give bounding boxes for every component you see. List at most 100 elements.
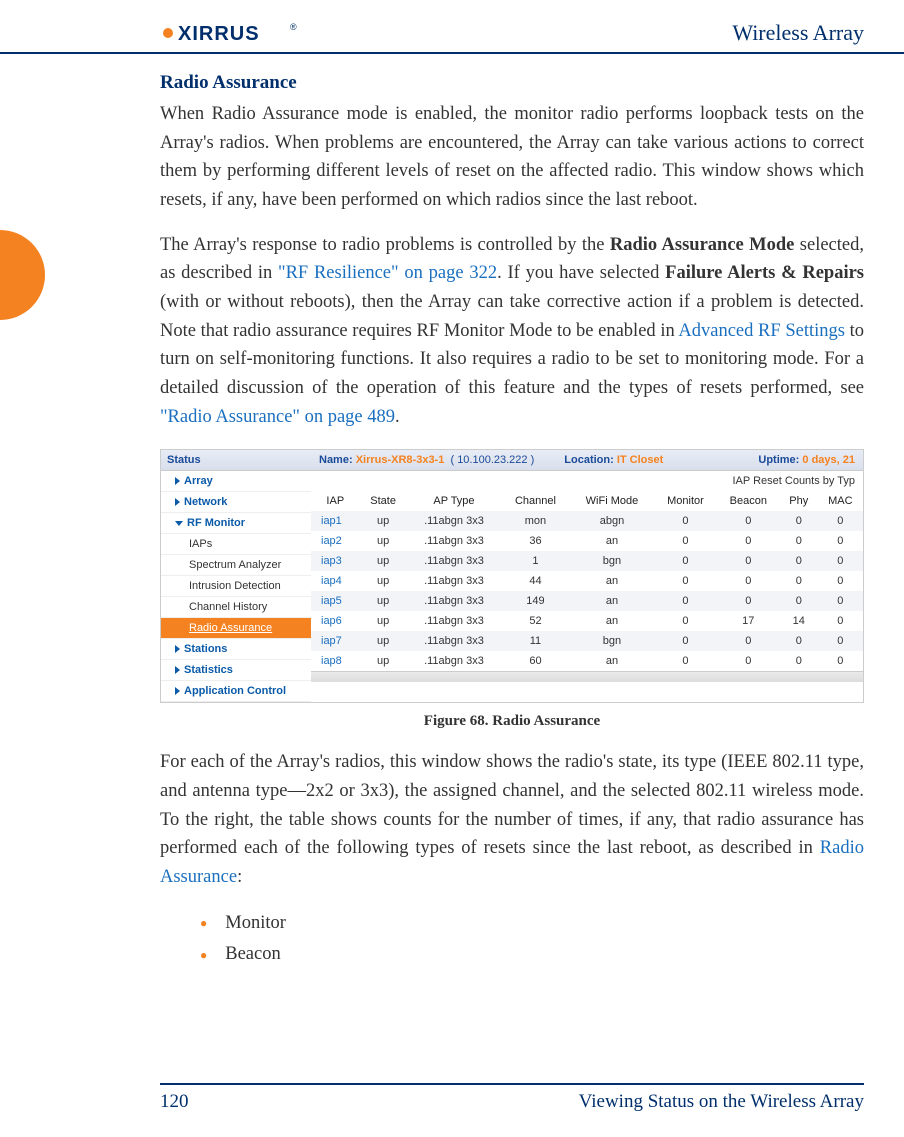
cell: 0 <box>654 651 716 671</box>
status-main: Name: Xirrus-XR8-3x3-1 ( 10.100.23.222 )… <box>311 450 863 702</box>
cell: 0 <box>780 631 818 651</box>
col-monitor: Monitor <box>654 491 716 511</box>
cell: 14 <box>780 611 818 631</box>
loc-label: Location: <box>564 454 614 466</box>
cell: .11abgn 3x3 <box>407 651 502 671</box>
cell[interactable]: iap5 <box>311 591 360 611</box>
cell: 36 <box>501 531 569 551</box>
cell: 0 <box>818 531 863 551</box>
table-row: iap8up.11abgn 3x360an0000 <box>311 651 863 671</box>
cell: 0 <box>780 591 818 611</box>
cell: 0 <box>818 551 863 571</box>
nav-item-statistics[interactable]: Statistics <box>161 660 311 681</box>
cell: up <box>360 531 407 551</box>
nav-item-intrusion-detection[interactable]: Intrusion Detection <box>161 576 311 597</box>
chapter-title: Viewing Status on the Wireless Array <box>579 1091 864 1113</box>
text: The Array's response to radio problems i… <box>160 235 610 255</box>
link-ra-489[interactable]: "Radio Assurance" on page 489 <box>160 407 395 427</box>
cell[interactable]: iap1 <box>311 511 360 531</box>
table-row: iap6up.11abgn 3x352an017140 <box>311 611 863 631</box>
cell: .11abgn 3x3 <box>407 591 502 611</box>
cell: 0 <box>654 551 716 571</box>
nav-item-network[interactable]: Network <box>161 492 311 513</box>
paragraph-1: When Radio Assurance mode is enabled, th… <box>160 100 864 215</box>
table-row: iap5up.11abgn 3x3149an0000 <box>311 591 863 611</box>
cell: bgn <box>570 631 655 651</box>
page-footer: 120 Viewing Status on the Wireless Array <box>160 1083 864 1113</box>
cell: 0 <box>818 651 863 671</box>
chevron-right-icon <box>175 498 180 506</box>
page-header: XIRRUS ® Wireless Array <box>0 20 904 54</box>
col-state: State <box>360 491 407 511</box>
figure-68: Status ArrayNetworkRF MonitorIAPsSpectru… <box>160 449 864 730</box>
text: . <box>395 407 400 427</box>
horizontal-scrollbar[interactable] <box>311 671 863 682</box>
nav-item-stations[interactable]: Stations <box>161 639 311 660</box>
cell: an <box>570 611 655 631</box>
cell: up <box>360 611 407 631</box>
col-iap: IAP <box>311 491 360 511</box>
cell: 0 <box>780 551 818 571</box>
cell: 0 <box>654 591 716 611</box>
col-wifi-mode: WiFi Mode <box>570 491 655 511</box>
cell[interactable]: iap6 <box>311 611 360 631</box>
cell: up <box>360 571 407 591</box>
table-row: iap7up.11abgn 3x311bgn0000 <box>311 631 863 651</box>
text: For each of the Array's radios, this win… <box>160 752 864 858</box>
cell[interactable]: iap4 <box>311 571 360 591</box>
cell: 0 <box>717 591 780 611</box>
cell: up <box>360 511 407 531</box>
cell: an <box>570 651 655 671</box>
nav-item-array[interactable]: Array <box>161 471 311 492</box>
cell: .11abgn 3x3 <box>407 611 502 631</box>
cell: bgn <box>570 551 655 571</box>
cell: .11abgn 3x3 <box>407 631 502 651</box>
cell[interactable]: iap8 <box>311 651 360 671</box>
loc-value: IT Closet <box>617 454 663 466</box>
col-mac: MAC <box>818 491 863 511</box>
chevron-right-icon <box>175 687 180 695</box>
reset-counts-header: IAP Reset Counts by Typ <box>311 471 863 491</box>
nav-item-spectrum-analyzer[interactable]: Spectrum Analyzer <box>161 555 311 576</box>
cell: up <box>360 591 407 611</box>
uptime-label: Uptime: <box>758 454 799 466</box>
cell: an <box>570 591 655 611</box>
cell: 0 <box>717 531 780 551</box>
cell: 0 <box>818 571 863 591</box>
cell: 0 <box>717 571 780 591</box>
cell: 0 <box>717 651 780 671</box>
cell: 0 <box>717 511 780 531</box>
cell: mon <box>501 511 569 531</box>
cell: 0 <box>818 511 863 531</box>
cell: 0 <box>654 511 716 531</box>
text: : <box>237 867 242 887</box>
link-rf-resilience[interactable]: "RF Resilience" on page 322 <box>278 263 497 283</box>
svg-text:®: ® <box>290 22 297 32</box>
cell: 1 <box>501 551 569 571</box>
link-adv-rf[interactable]: Advanced RF Settings <box>678 321 845 341</box>
cell[interactable]: iap3 <box>311 551 360 571</box>
cell[interactable]: iap2 <box>311 531 360 551</box>
cell: 0 <box>780 531 818 551</box>
col-beacon: Beacon <box>717 491 780 511</box>
cell[interactable]: iap7 <box>311 631 360 651</box>
table-row: iap2up.11abgn 3x336an0000 <box>311 531 863 551</box>
cell: 0 <box>717 631 780 651</box>
cell: .11abgn 3x3 <box>407 531 502 551</box>
cell: 0 <box>780 651 818 671</box>
cell: 0 <box>818 611 863 631</box>
nav-item-channel-history[interactable]: Channel History <box>161 597 311 618</box>
nav-item-rf-monitor[interactable]: RF Monitor <box>161 513 311 534</box>
table-row: iap3up.11abgn 3x31bgn0000 <box>311 551 863 571</box>
term-ram: Radio Assurance Mode <box>610 235 795 255</box>
nav-item-radio-assurance[interactable]: Radio Assurance <box>161 618 311 639</box>
col-phy: Phy <box>780 491 818 511</box>
chevron-right-icon <box>175 477 180 485</box>
nav-item-application-control[interactable]: Application Control <box>161 681 311 702</box>
nav-item-iaps[interactable]: IAPs <box>161 534 311 555</box>
cell: 52 <box>501 611 569 631</box>
cell: 17 <box>717 611 780 631</box>
cell: 0 <box>654 571 716 591</box>
name-ip: ( 10.100.23.222 ) <box>450 454 534 466</box>
page-number: 120 <box>160 1091 189 1113</box>
